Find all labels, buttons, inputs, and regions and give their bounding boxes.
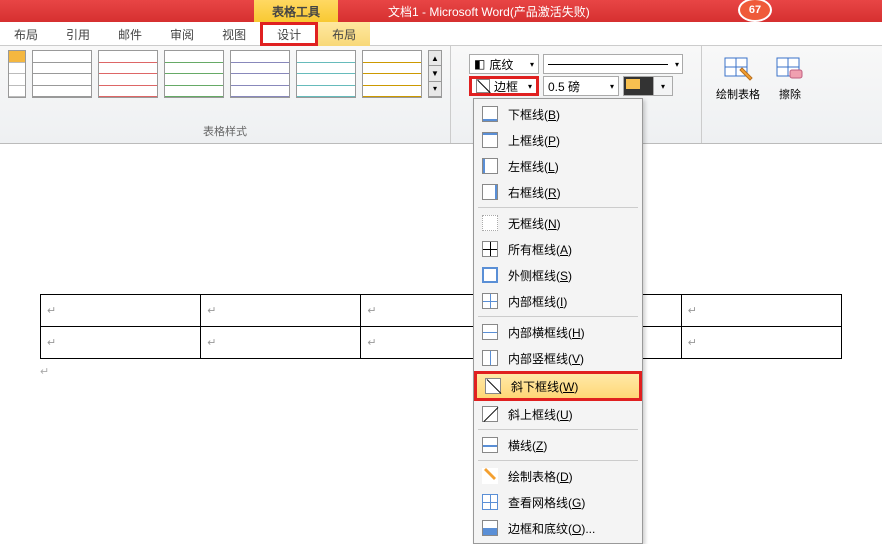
border-menu-item[interactable]: 边框和底纹(O)... bbox=[474, 515, 642, 541]
border-menu-item[interactable]: 绘制表格(D) bbox=[474, 463, 642, 489]
table-cell[interactable]: ↵ bbox=[41, 327, 201, 359]
chevron-down-icon: ▾ bbox=[654, 77, 672, 95]
contextual-tab-table-tools: 表格工具 bbox=[254, 0, 338, 22]
table-row[interactable]: ↵ ↵ ↵ ↵ ↵ bbox=[41, 295, 842, 327]
table-cell[interactable]: ↵ bbox=[681, 295, 841, 327]
ribbon-tabs: 布局 引用 邮件 审阅 视图 设计 布局 bbox=[0, 22, 882, 46]
i-draw-icon bbox=[482, 468, 498, 484]
i-inside-icon bbox=[482, 293, 498, 309]
border-menu-item[interactable]: 下框线(B) bbox=[474, 101, 642, 127]
table-cell[interactable]: ↵ bbox=[681, 327, 841, 359]
ribbon: ▲ ▼ ▾ 表格样式 ◧ 底纹 ▾ ▾ 边框 ▾ bbox=[0, 46, 882, 144]
erase-button[interactable]: 擦除 bbox=[774, 52, 806, 137]
table-styles-gallery bbox=[32, 50, 422, 98]
border-menu-item[interactable]: 查看网格线(G) bbox=[474, 489, 642, 515]
pen-style-dropdown[interactable]: ▾ bbox=[543, 54, 683, 74]
borders-menu: 下框线(B)上框线(P)左框线(L)右框线(R) 无框线(N)所有框线(A)外侧框… bbox=[473, 98, 643, 544]
table-row[interactable]: ↵ ↵ ↵ ↵ ↵ bbox=[41, 327, 842, 359]
lead-style-swatch[interactable] bbox=[8, 50, 26, 98]
i-left-icon bbox=[482, 158, 498, 174]
gallery-scroll: ▲ ▼ ▾ bbox=[428, 50, 442, 98]
pen-color-swatch bbox=[624, 77, 654, 95]
table-style[interactable] bbox=[296, 50, 356, 98]
notification-badge[interactable]: 67 bbox=[738, 0, 772, 22]
border-menu-item[interactable]: 斜上框线(U) bbox=[474, 401, 642, 427]
i-grid-icon bbox=[482, 494, 498, 510]
border-menu-item[interactable]: 所有框线(A) bbox=[474, 236, 642, 262]
tab-design[interactable]: 设计 bbox=[260, 22, 318, 46]
paint-bucket-icon: ◧ bbox=[474, 57, 485, 71]
i-none-icon bbox=[482, 215, 498, 231]
i-inside-v-icon bbox=[482, 350, 498, 366]
border-menu-item[interactable]: 斜下框线(W) bbox=[474, 371, 642, 401]
border-menu-item[interactable]: 右框线(R) bbox=[474, 179, 642, 205]
table-style[interactable] bbox=[32, 50, 92, 98]
i-diag-up-icon bbox=[482, 406, 498, 422]
window-title: 文档1 - Microsoft Word(产品激活失败) bbox=[388, 3, 590, 20]
document-table[interactable]: ↵ ↵ ↵ ↵ ↵ ↵ ↵ ↵ ↵ ↵ bbox=[40, 294, 842, 359]
paragraph-mark: ↵ bbox=[40, 365, 842, 378]
border-menu-item[interactable]: 上框线(P) bbox=[474, 127, 642, 153]
table-style[interactable] bbox=[164, 50, 224, 98]
table-cell[interactable]: ↵ bbox=[41, 295, 201, 327]
chevron-down-icon: ▾ bbox=[610, 82, 614, 91]
draw-table-icon bbox=[722, 52, 754, 84]
table-style[interactable] bbox=[230, 50, 290, 98]
group-label-styles: 表格样式 bbox=[203, 123, 247, 141]
shading-dropdown[interactable]: ◧ 底纹 ▾ bbox=[469, 54, 539, 74]
pen-weight-dropdown[interactable]: 0.5 磅 ▾ bbox=[543, 76, 619, 96]
draw-tools: 绘制表格 擦除 bbox=[702, 46, 820, 143]
border-menu-item[interactable]: 内部框线(I) bbox=[474, 288, 642, 314]
pen-color-dropdown[interactable]: ▾ bbox=[623, 76, 673, 96]
eraser-icon bbox=[774, 52, 806, 84]
i-bottom-icon bbox=[482, 106, 498, 122]
i-diag-down-icon bbox=[485, 378, 501, 394]
tab-review[interactable]: 审阅 bbox=[156, 22, 208, 46]
border-menu-item[interactable]: 内部竖框线(V) bbox=[474, 345, 642, 371]
draw-table-button[interactable]: 绘制表格 bbox=[716, 52, 760, 137]
border-menu-item[interactable]: 外侧框线(S) bbox=[474, 262, 642, 288]
tab-view[interactable]: 视图 bbox=[208, 22, 260, 46]
table-cell[interactable]: ↵ bbox=[201, 327, 361, 359]
border-menu-item[interactable]: 左框线(L) bbox=[474, 153, 642, 179]
tab-layout1[interactable]: 布局 bbox=[0, 22, 52, 46]
table-style[interactable] bbox=[98, 50, 158, 98]
border-menu-item[interactable]: 横线(Z) bbox=[474, 432, 642, 458]
i-top-icon bbox=[482, 132, 498, 148]
gallery-down-icon[interactable]: ▼ bbox=[429, 66, 441, 81]
chevron-down-icon: ▾ bbox=[528, 82, 532, 91]
titlebar: 表格工具 文档1 - Microsoft Word(产品激活失败) 67 bbox=[0, 0, 882, 22]
i-all-icon bbox=[482, 241, 498, 257]
borders-dropdown[interactable]: 边框 ▾ bbox=[469, 76, 539, 96]
i-hline-icon bbox=[482, 437, 498, 453]
i-shading-icon bbox=[482, 520, 498, 536]
border-menu-item[interactable]: 内部横框线(H) bbox=[474, 319, 642, 345]
tab-layout2[interactable]: 布局 bbox=[318, 22, 370, 46]
tab-mail[interactable]: 邮件 bbox=[104, 22, 156, 46]
tab-references[interactable]: 引用 bbox=[52, 22, 104, 46]
i-outside-icon bbox=[482, 267, 498, 283]
chevron-down-icon: ▾ bbox=[530, 60, 534, 69]
border-menu-item[interactable]: 无框线(N) bbox=[474, 210, 642, 236]
document-area[interactable]: ↵ ↵ ↵ ↵ ↵ ↵ ↵ ↵ ↵ ↵ ↵ bbox=[0, 144, 882, 378]
table-style[interactable] bbox=[362, 50, 422, 98]
i-inside-h-icon bbox=[482, 324, 498, 340]
border-icon bbox=[476, 79, 490, 93]
table-cell[interactable]: ↵ bbox=[201, 295, 361, 327]
i-right-icon bbox=[482, 184, 498, 200]
gallery-up-icon[interactable]: ▲ bbox=[429, 51, 441, 66]
gallery-more-icon[interactable]: ▾ bbox=[429, 82, 441, 97]
